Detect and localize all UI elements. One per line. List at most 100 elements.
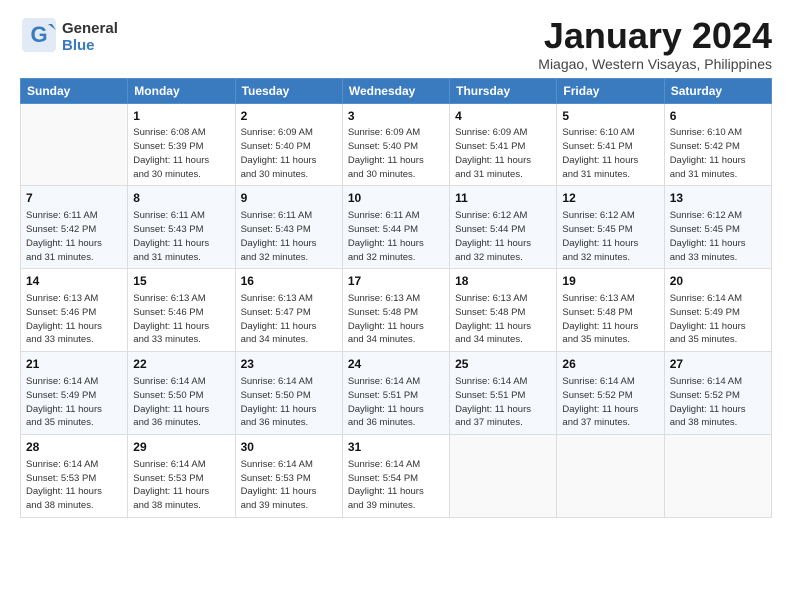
cell-0-2: 2Sunrise: 6:09 AMSunset: 5:40 PMDaylight… (235, 103, 342, 186)
cell-text: Sunrise: 6:10 AMSunset: 5:41 PMDaylight:… (562, 126, 658, 181)
day-number: 18 (455, 273, 551, 290)
cell-2-3: 17 Sunrise: 6:13 AMSunset: 5:48 PMDayligh… (342, 269, 449, 352)
cell-3-1: 22 Sunrise: 6:14 AMSunset: 5:50 PMDayligh… (128, 352, 235, 435)
day-number: 5 (562, 108, 658, 125)
cell-text: Sunrise: 6:13 AMSunset: 5:47 PMDaylight:… (241, 292, 337, 347)
cell-text: Sunrise: 6:14 AMSunset: 5:52 PMDaylight:… (562, 375, 658, 430)
cell-3-5: 26Sunrise: 6:14 AMSunset: 5:52 PMDayligh… (557, 352, 664, 435)
cell-text: Sunrise: 6:09 AMSunset: 5:40 PMDaylight:… (348, 126, 444, 181)
cell-text: Sunrise: 6:14 AMSunset: 5:53 PMDaylight:… (241, 458, 337, 513)
cell-text: Sunrise: 6:13 AMSunset: 5:48 PMDaylight:… (562, 292, 658, 347)
logo-icon: G (20, 16, 58, 59)
day-number: 31 (348, 439, 444, 456)
logo-blue: Blue (62, 37, 95, 54)
cell-text: Sunrise: 6:14 AMSunset: 5:49 PMDaylight:… (26, 375, 122, 430)
cell-4-6 (664, 435, 771, 518)
day-number: 4 (455, 108, 551, 125)
cell-text: Sunrise: 6:14 AMSunset: 5:51 PMDaylight:… (455, 375, 551, 430)
day-number: 23 (241, 356, 337, 373)
day-number: 27 (670, 356, 766, 373)
day-number: 9 (241, 190, 337, 207)
cell-text: Sunrise: 6:14 AMSunset: 5:50 PMDaylight:… (133, 375, 229, 430)
cell-text: Sunrise: 6:11 AMSunset: 5:43 PMDaylight:… (133, 209, 229, 264)
header-friday: Friday (557, 78, 664, 103)
cell-4-3: 31 Sunrise: 6:14 AMSunset: 5:54 PMDayligh… (342, 435, 449, 518)
cell-0-6: 6Sunrise: 6:10 AMSunset: 5:42 PMDaylight… (664, 103, 771, 186)
cell-2-1: 15 Sunrise: 6:13 AMSunset: 5:46 PMDayligh… (128, 269, 235, 352)
day-number: 11 (455, 190, 551, 207)
cell-text: Sunrise: 6:12 AMSunset: 5:45 PMDaylight:… (562, 209, 658, 264)
day-number: 28 (26, 439, 122, 456)
cell-4-1: 29Sunrise: 6:14 AMSunset: 5:53 PMDayligh… (128, 435, 235, 518)
cell-2-2: 16 Sunrise: 6:13 AMSunset: 5:47 PMDayligh… (235, 269, 342, 352)
cell-3-4: 25 Sunrise: 6:14 AMSunset: 5:51 PMDayligh… (450, 352, 557, 435)
cell-4-2: 30 Sunrise: 6:14 AMSunset: 5:53 PMDayligh… (235, 435, 342, 518)
header-sunday: Sunday (21, 78, 128, 103)
cell-text: Sunrise: 6:13 AMSunset: 5:48 PMDaylight:… (348, 292, 444, 347)
cell-0-5: 5Sunrise: 6:10 AMSunset: 5:41 PMDaylight… (557, 103, 664, 186)
cell-1-4: 11 Sunrise: 6:12 AMSunset: 5:44 PMDayligh… (450, 186, 557, 269)
cell-text: Sunrise: 6:11 AMSunset: 5:43 PMDaylight:… (241, 209, 337, 264)
day-number: 3 (348, 108, 444, 125)
cell-2-6: 20Sunrise: 6:14 AMSunset: 5:49 PMDayligh… (664, 269, 771, 352)
week-row-1: 7 Sunrise: 6:11 AMSunset: 5:42 PMDaylight… (21, 186, 772, 269)
week-row-0: 1Sunrise: 6:08 AMSunset: 5:39 PMDaylight… (21, 103, 772, 186)
header-tuesday: Tuesday (235, 78, 342, 103)
day-number: 25 (455, 356, 551, 373)
cell-text: Sunrise: 6:13 AMSunset: 5:46 PMDaylight:… (26, 292, 122, 347)
cell-4-0: 28 Sunrise: 6:14 AMSunset: 5:53 PMDayligh… (21, 435, 128, 518)
day-number: 8 (133, 190, 229, 207)
day-number: 7 (26, 190, 122, 207)
cell-text: Sunrise: 6:13 AMSunset: 5:48 PMDaylight:… (455, 292, 551, 347)
day-number: 24 (348, 356, 444, 373)
month-title: January 2024 (538, 16, 772, 56)
day-number: 2 (241, 108, 337, 125)
cell-text: Sunrise: 6:11 AMSunset: 5:44 PMDaylight:… (348, 209, 444, 264)
cell-3-3: 24 Sunrise: 6:14 AMSunset: 5:51 PMDayligh… (342, 352, 449, 435)
cell-0-0 (21, 103, 128, 186)
cell-0-3: 3Sunrise: 6:09 AMSunset: 5:40 PMDaylight… (342, 103, 449, 186)
day-number: 15 (133, 273, 229, 290)
cell-3-6: 27Sunrise: 6:14 AMSunset: 5:52 PMDayligh… (664, 352, 771, 435)
logo-text: General Blue (62, 21, 118, 54)
cell-1-2: 9 Sunrise: 6:11 AMSunset: 5:43 PMDaylight… (235, 186, 342, 269)
day-number: 6 (670, 108, 766, 125)
cell-text: Sunrise: 6:14 AMSunset: 5:51 PMDaylight:… (348, 375, 444, 430)
title-block: January 2024 Miagao, Western Visayas, Ph… (538, 16, 772, 72)
cell-3-0: 21Sunrise: 6:14 AMSunset: 5:49 PMDayligh… (21, 352, 128, 435)
header: G General Blue January 2024 Miagao, West… (20, 16, 772, 72)
cell-text: Sunrise: 6:11 AMSunset: 5:42 PMDaylight:… (26, 209, 122, 264)
day-number: 17 (348, 273, 444, 290)
day-number: 1 (133, 108, 229, 125)
page: G General Blue January 2024 Miagao, West… (0, 0, 792, 612)
day-number: 10 (348, 190, 444, 207)
header-thursday: Thursday (450, 78, 557, 103)
cell-4-4 (450, 435, 557, 518)
header-row: SundayMondayTuesdayWednesdayThursdayFrid… (21, 78, 772, 103)
logo-general: General (62, 20, 118, 37)
cell-text: Sunrise: 6:14 AMSunset: 5:53 PMDaylight:… (26, 458, 122, 513)
cell-text: Sunrise: 6:14 AMSunset: 5:50 PMDaylight:… (241, 375, 337, 430)
cell-text: Sunrise: 6:14 AMSunset: 5:49 PMDaylight:… (670, 292, 766, 347)
cell-text: Sunrise: 6:14 AMSunset: 5:53 PMDaylight:… (133, 458, 229, 513)
header-wednesday: Wednesday (342, 78, 449, 103)
day-number: 13 (670, 190, 766, 207)
cell-text: Sunrise: 6:12 AMSunset: 5:44 PMDaylight:… (455, 209, 551, 264)
cell-text: Sunrise: 6:13 AMSunset: 5:46 PMDaylight:… (133, 292, 229, 347)
week-row-4: 28 Sunrise: 6:14 AMSunset: 5:53 PMDayligh… (21, 435, 772, 518)
logo: G General Blue (20, 16, 118, 59)
cell-2-4: 18 Sunrise: 6:13 AMSunset: 5:48 PMDayligh… (450, 269, 557, 352)
cell-1-3: 10 Sunrise: 6:11 AMSunset: 5:44 PMDayligh… (342, 186, 449, 269)
svg-text:G: G (30, 22, 47, 47)
day-number: 16 (241, 273, 337, 290)
day-number: 19 (562, 273, 658, 290)
cell-text: Sunrise: 6:14 AMSunset: 5:54 PMDaylight:… (348, 458, 444, 513)
day-number: 22 (133, 356, 229, 373)
cell-text: Sunrise: 6:12 AMSunset: 5:45 PMDaylight:… (670, 209, 766, 264)
cell-text: Sunrise: 6:10 AMSunset: 5:42 PMDaylight:… (670, 126, 766, 181)
cell-0-4: 4Sunrise: 6:09 AMSunset: 5:41 PMDaylight… (450, 103, 557, 186)
day-number: 12 (562, 190, 658, 207)
cell-2-0: 14Sunrise: 6:13 AMSunset: 5:46 PMDayligh… (21, 269, 128, 352)
day-number: 30 (241, 439, 337, 456)
cell-1-5: 12 Sunrise: 6:12 AMSunset: 5:45 PMDayligh… (557, 186, 664, 269)
